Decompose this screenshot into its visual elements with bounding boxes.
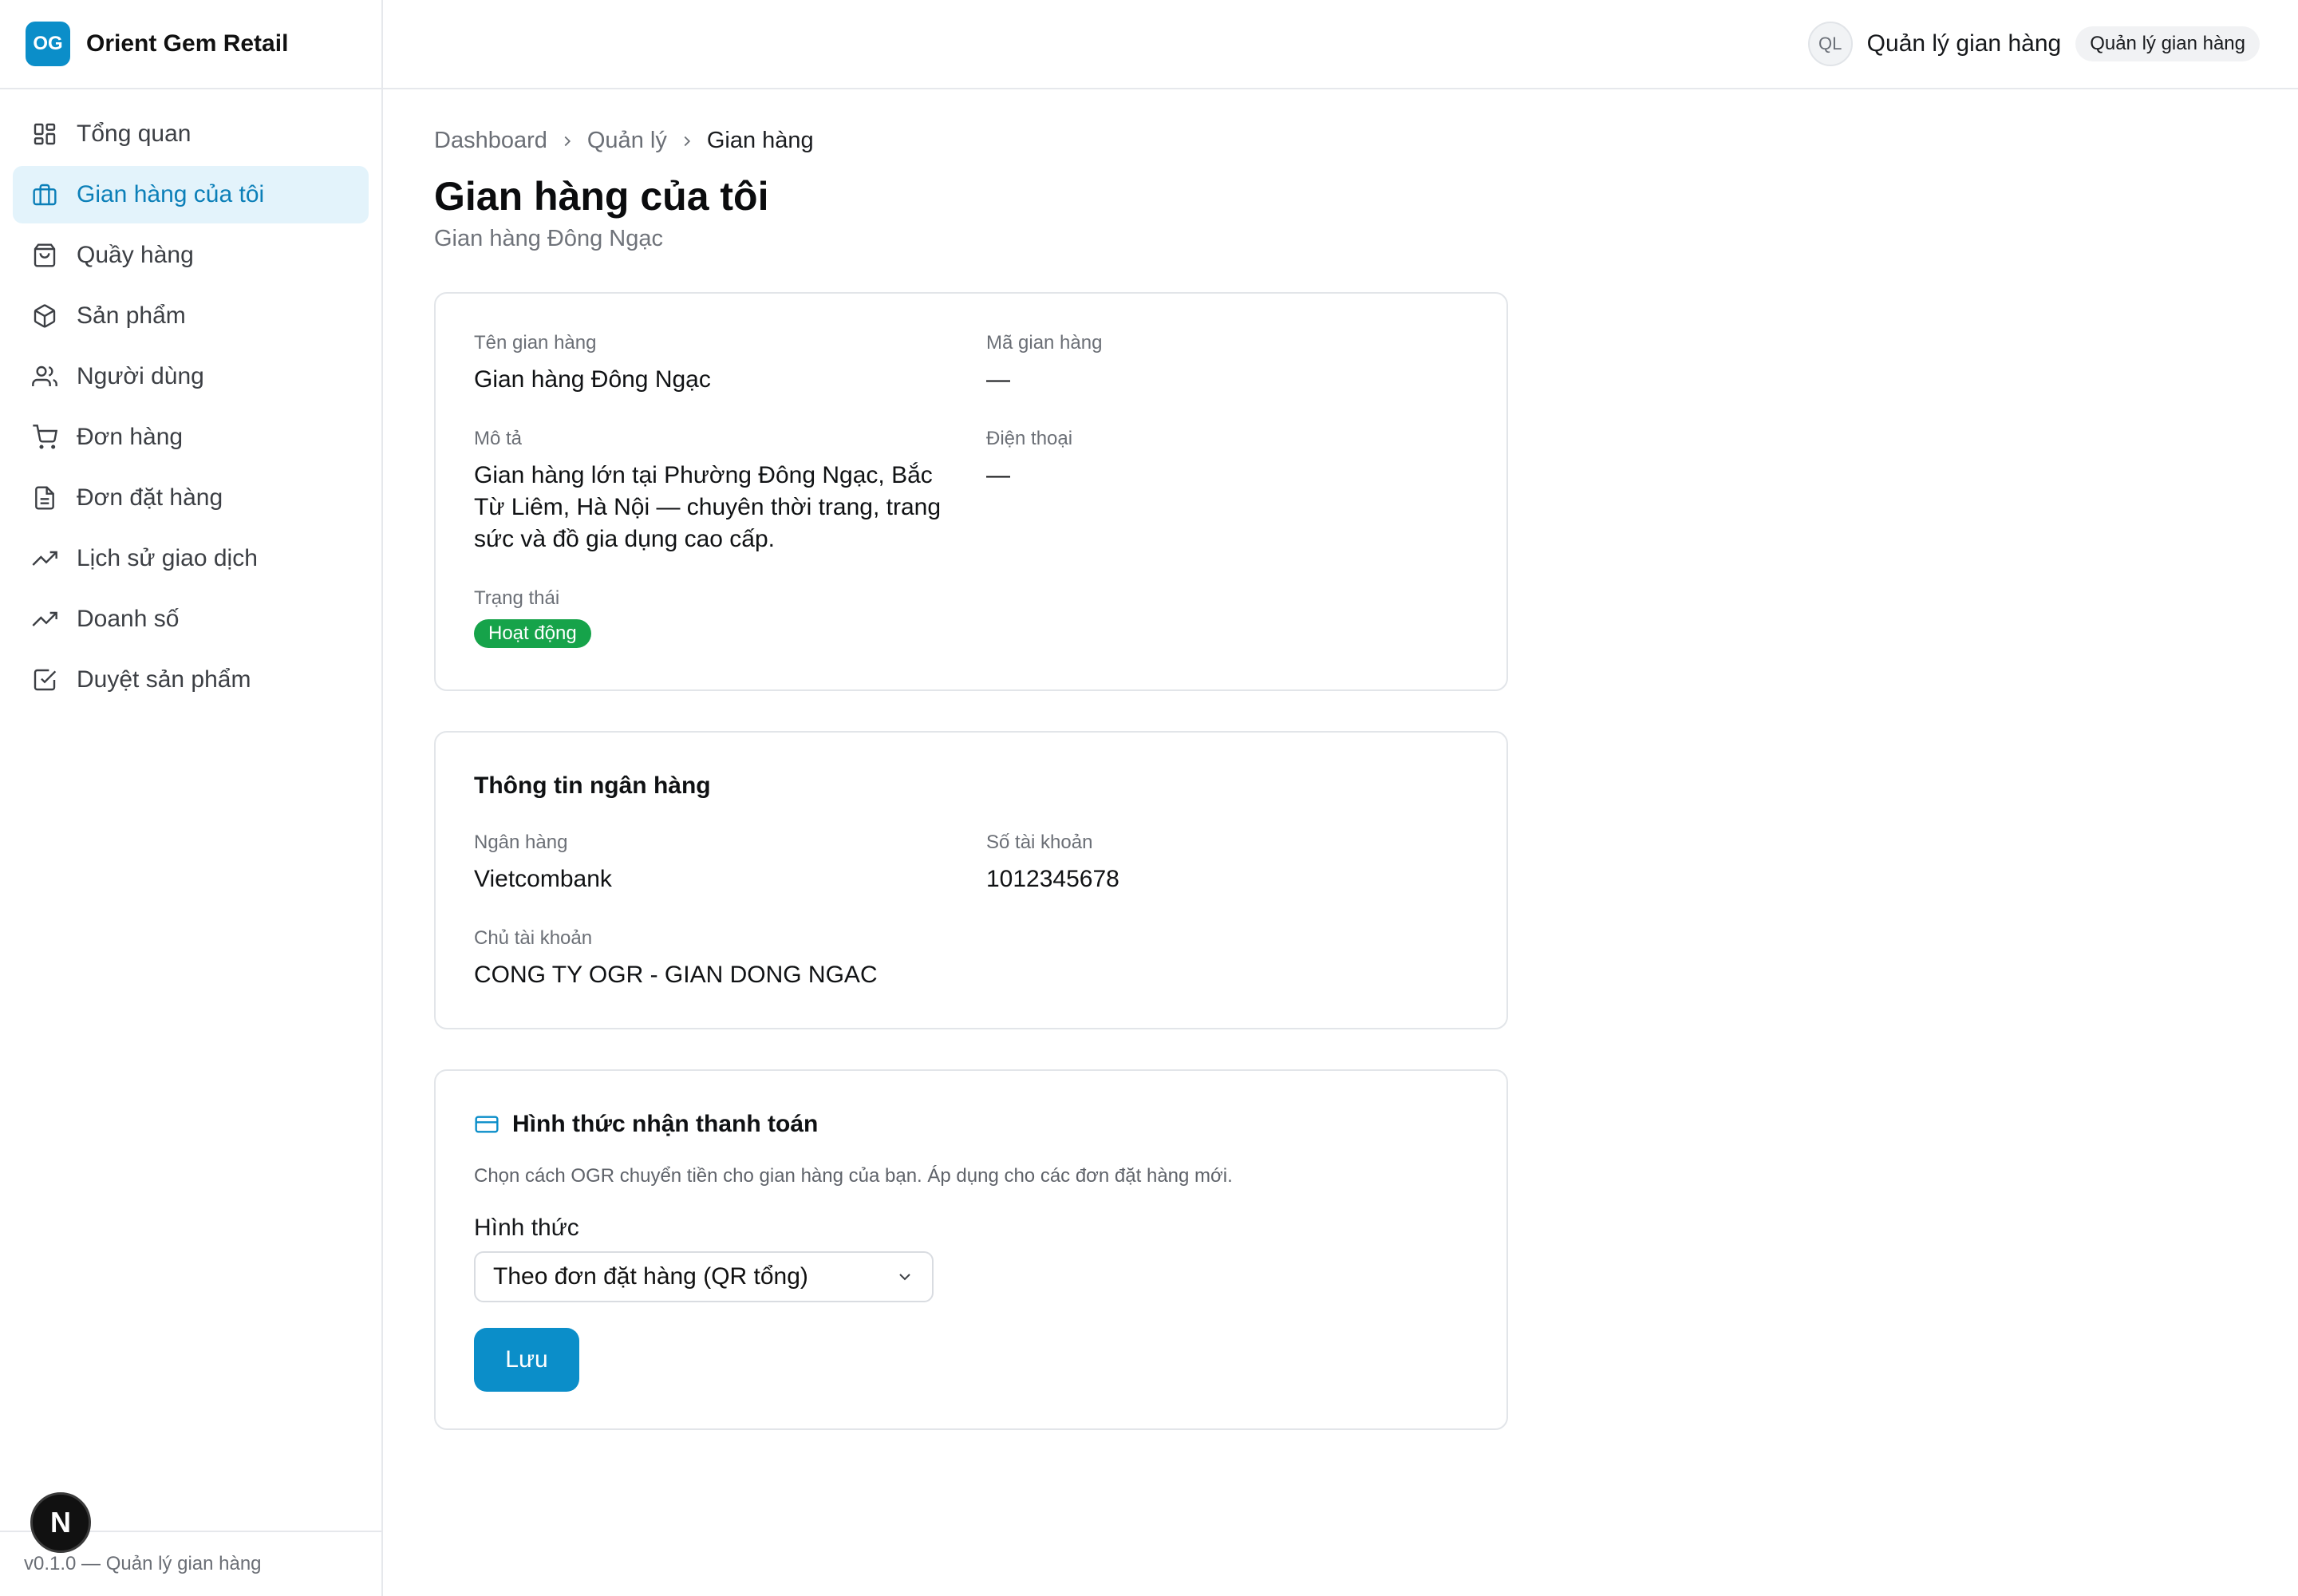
chevron-right-icon	[559, 132, 576, 150]
bank-info-card: Thông tin ngân hàng Ngân hàng Vietcomban…	[434, 731, 1508, 1029]
trending-up-icon	[32, 606, 57, 632]
field-value: CONG TY OGR - GIAN DONG NGAC	[474, 962, 878, 988]
store-phone-field: Điện thoại —	[986, 428, 1465, 555]
status-badge: Hoạt động	[474, 619, 591, 648]
account-holder-field: Chủ tài khoản CONG TY OGR - GIAN DONG NG…	[474, 927, 986, 991]
brand-name: Orient Gem Retail	[86, 30, 289, 57]
sidebar-item-label: Đơn hàng	[77, 424, 184, 450]
brand-logo: OG	[26, 22, 70, 66]
document-icon	[32, 485, 57, 511]
page-subtitle: Gian hàng Đông Ngạc	[434, 226, 663, 251]
section-title: Hình thức nhận thanh toán	[474, 1111, 1468, 1138]
store-info-card: Tên gian hàng Gian hàng Đông Ngạc Mã gia…	[434, 292, 1508, 691]
breadcrumb-dashboard[interactable]: Dashboard	[434, 128, 547, 154]
bag-icon	[32, 243, 57, 268]
store-description-field: Mô tả Gian hàng lớn tại Phường Đông Ngạc…	[474, 428, 986, 555]
breadcrumb-manage[interactable]: Quản lý	[587, 128, 667, 154]
payment-description: Chọn cách OGR chuyển tiền cho gian hàng …	[474, 1165, 1233, 1187]
sidebar: OG Orient Gem Retail Tổng quan Gian hàng…	[0, 0, 383, 1596]
sidebar-item-products[interactable]: Sản phẩm	[13, 287, 369, 345]
bank-name-field: Ngân hàng Vietcombank	[474, 832, 986, 895]
users-icon	[32, 364, 57, 389]
store-status-field: Trạng thái Hoạt động	[474, 587, 986, 648]
field-label: Điện thoại	[986, 428, 1073, 449]
avatar[interactable]: QL	[1807, 22, 1853, 66]
brand[interactable]: OG Orient Gem Retail	[0, 0, 381, 89]
sidebar-item-my-store[interactable]: Gian hàng của tôi	[13, 166, 369, 223]
sidebar-item-label: Quầy hàng	[77, 242, 194, 268]
sidebar-item-label: Đơn đặt hàng	[77, 484, 223, 511]
role-badge: Quản lý gian hàng	[2075, 26, 2260, 61]
save-button[interactable]: Lưu	[474, 1328, 579, 1392]
field-label: Mô tả	[474, 428, 523, 449]
field-label: Ngân hàng	[474, 832, 568, 853]
breadcrumb: Dashboard Quản lý Gian hàng	[434, 128, 1508, 154]
field-label: Tên gian hàng	[474, 332, 597, 354]
field-value: —	[986, 462, 1010, 488]
field-value: Vietcombank	[474, 866, 612, 892]
payment-title: Hình thức nhận thanh toán	[512, 1111, 819, 1137]
chevron-down-icon	[895, 1267, 914, 1286]
field-label: Trạng thái	[474, 587, 560, 609]
sidebar-item-label: Lịch sử giao dịch	[77, 545, 258, 571]
box-icon	[32, 303, 57, 329]
sidebar-item-sales[interactable]: Doanh số	[13, 591, 369, 648]
field-label: Số tài khoản	[986, 832, 1093, 853]
sidebar-item-product-review[interactable]: Duyệt sản phẩm	[13, 651, 369, 709]
sidebar-item-label: Doanh số	[77, 606, 180, 632]
sidebar-item-orders[interactable]: Đơn hàng	[13, 409, 369, 466]
account-number-field: Số tài khoản 1012345678	[986, 832, 1465, 895]
payment-method-select[interactable]: Theo đơn đặt hàng (QR tổng)	[474, 1251, 934, 1302]
user-name: Quản lý gian hàng	[1866, 30, 2062, 57]
breadcrumb-current: Gian hàng	[706, 128, 814, 153]
store-code-field: Mã gian hàng —	[986, 332, 1465, 396]
payment-method-label: Hình thức	[474, 1215, 579, 1241]
credit-card-icon	[474, 1112, 512, 1137]
store-name-field: Tên gian hàng Gian hàng Đông Ngạc	[474, 332, 986, 396]
payment-method-card: Hình thức nhận thanh toán Chọn cách OGR …	[434, 1069, 1508, 1430]
sidebar-item-label: Gian hàng của tôi	[77, 181, 265, 207]
cart-icon	[32, 425, 57, 450]
sidebar-item-label: Duyệt sản phẩm	[77, 666, 251, 693]
sidebar-item-counters[interactable]: Quầy hàng	[13, 227, 369, 284]
page-title: Gian hàng của tôi	[434, 174, 769, 219]
grid-icon	[32, 121, 57, 147]
sidebar-item-users[interactable]: Người dùng	[13, 348, 369, 405]
briefcase-icon	[32, 182, 57, 207]
section-title: Thông tin ngân hàng	[474, 772, 711, 799]
topbar: QL Quản lý gian hàng Quản lý gian hàng	[383, 0, 2298, 89]
check-square-icon	[32, 667, 57, 693]
next-badge[interactable]: N	[30, 1492, 91, 1553]
sidebar-item-transactions[interactable]: Lịch sử giao dịch	[13, 530, 369, 587]
chevron-right-icon	[678, 132, 696, 150]
sidebar-item-overview[interactable]: Tổng quan	[13, 105, 369, 163]
trending-up-icon	[32, 546, 57, 571]
field-label: Mã gian hàng	[986, 332, 1103, 354]
field-value: Gian hàng Đông Ngạc	[474, 366, 711, 393]
main-content: Dashboard Quản lý Gian hàng Gian hàng củ…	[434, 128, 1508, 1430]
field-value: —	[986, 366, 1010, 393]
field-label: Chủ tài khoản	[474, 927, 593, 949]
sidebar-item-label: Tổng quan	[77, 120, 192, 147]
select-value: Theo đơn đặt hàng (QR tổng)	[493, 1263, 808, 1290]
field-value: 1012345678	[986, 866, 1119, 892]
sidebar-item-label: Sản phẩm	[77, 302, 186, 329]
sidebar-item-label: Người dùng	[77, 363, 204, 389]
sidebar-nav: Tổng quan Gian hàng của tôi Quầy hàng Sả…	[0, 89, 381, 728]
sidebar-item-purchase-orders[interactable]: Đơn đặt hàng	[13, 469, 369, 527]
field-value: Gian hàng lớn tại Phường Đông Ngạc, Bắc …	[474, 462, 941, 552]
